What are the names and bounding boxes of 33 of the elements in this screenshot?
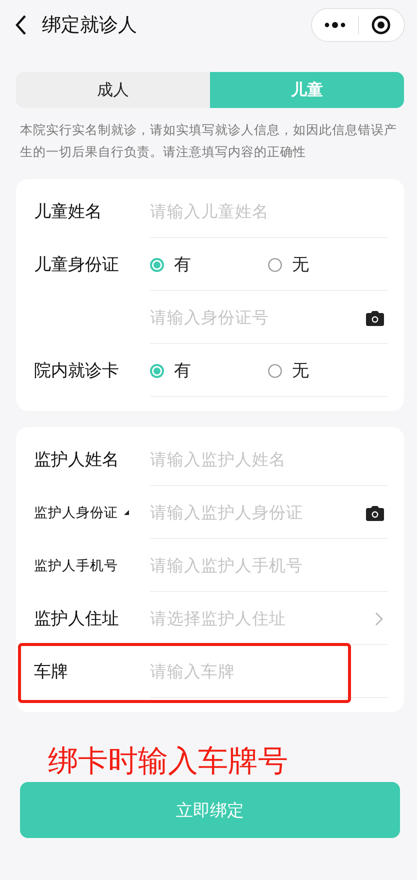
text-field[interactable]: 请输入监护人身份证 xyxy=(150,503,366,522)
field-label: 院内就诊卡 xyxy=(34,360,119,382)
field-label: 监护人姓名 xyxy=(34,449,119,471)
field-label: 监护人身份证 xyxy=(34,504,118,522)
radio-button[interactable] xyxy=(268,258,282,272)
field-label: 监护人手机号 xyxy=(34,556,118,574)
radio-option[interactable]: 无 xyxy=(268,359,386,382)
radio-option[interactable]: 无 xyxy=(268,253,386,276)
radio-button[interactable] xyxy=(268,364,282,378)
triangle-icon[interactable] xyxy=(124,510,129,515)
page-title: 绑定就诊人 xyxy=(42,13,138,38)
text-field[interactable]: 请输入车牌 xyxy=(150,662,404,681)
radio-button[interactable] xyxy=(150,258,164,272)
field-label: 儿童身份证 xyxy=(34,254,119,276)
radio-option[interactable]: 有 xyxy=(150,253,268,276)
text-field[interactable]: 请输入儿童姓名 xyxy=(150,202,404,221)
field-label: 儿童姓名 xyxy=(34,201,102,223)
camera-icon[interactable] xyxy=(366,504,384,520)
tab[interactable]: 成人 xyxy=(16,72,210,108)
more-icon[interactable] xyxy=(324,22,346,28)
notice-text: 本院实行实名制就诊，请如实填写就诊人信息，如因此信息错误产生的一切后果自行负责。请注意填写内容的正确性 xyxy=(20,121,398,161)
back-icon[interactable] xyxy=(14,14,28,36)
text-field[interactable]: 请输入身份证号 xyxy=(150,308,366,327)
radio-button[interactable] xyxy=(150,364,164,378)
text-field[interactable]: 请选择监护人住址 xyxy=(150,609,375,628)
text-field[interactable]: 请输入监护人姓名 xyxy=(150,450,404,469)
field-label: 监护人住址 xyxy=(34,608,119,630)
radio-option[interactable]: 有 xyxy=(150,359,268,382)
text-field[interactable]: 请输入监护人手机号 xyxy=(150,556,404,575)
field-label: 车牌 xyxy=(34,661,68,683)
close-target-icon[interactable] xyxy=(371,15,392,35)
annotation-text: 绑卡时输入车牌号 xyxy=(48,743,289,781)
camera-icon[interactable] xyxy=(366,310,384,326)
